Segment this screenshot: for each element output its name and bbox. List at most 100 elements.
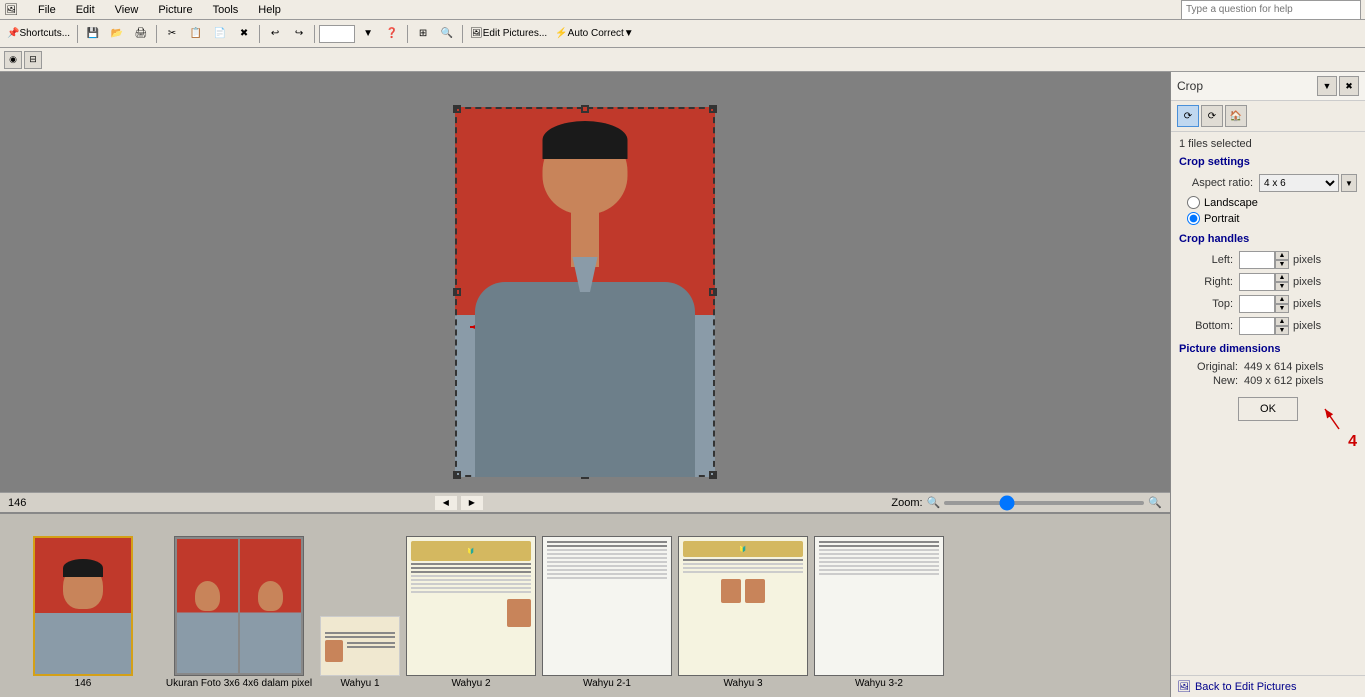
panel-title: Crop — [1177, 79, 1203, 93]
menubar: 🖼 File Edit View Picture Tools Help — [0, 0, 1365, 20]
right-spinbox-btns: ▲ ▼ — [1275, 273, 1289, 291]
zoom-in-icon: 🔍 — [441, 28, 453, 39]
open-button[interactable]: 📂 — [106, 23, 128, 45]
paste-button[interactable]: 📄 — [209, 23, 231, 45]
left-input[interactable]: 20 — [1239, 251, 1275, 269]
edit-pictures-label: Edit Pictures... — [483, 28, 547, 39]
zoom-input[interactable]: 61% — [319, 25, 355, 43]
zoom-dropdown-button[interactable]: ▼ — [357, 23, 379, 45]
landscape-radio[interactable] — [1187, 196, 1200, 209]
auto-correct-icon: ⚡ — [555, 28, 567, 39]
thumbnail-item-1[interactable]: Ukuran Foto 3x6 4x6 dalam pixel — [164, 536, 314, 689]
shortcuts-button[interactable]: 📌 Shortcuts... — [4, 23, 73, 45]
left-spin-up[interactable]: ▲ — [1275, 251, 1289, 260]
menu-edit[interactable]: Edit — [72, 3, 99, 17]
thumbnail-item-4[interactable]: Wahyu 2-1 — [542, 536, 672, 689]
menu-file[interactable]: File — [34, 3, 60, 17]
file-count: 146 — [8, 497, 26, 509]
help-search-input[interactable] — [1181, 0, 1361, 20]
aspect-ratio-dropdown-btn[interactable]: ▼ — [1341, 174, 1357, 192]
panel-icons: ▼ ✖ — [1317, 76, 1359, 96]
new-dim-row: New: 409 x 612 pixels — [1179, 375, 1357, 387]
shortcuts-icon: 📌 — [7, 28, 19, 39]
top-label: Top: — [1179, 298, 1239, 310]
panel-dropdown-btn[interactable]: ▼ — [1317, 76, 1337, 96]
toolbar-sep-3 — [259, 25, 260, 43]
edit-pictures-icon: 🖼 — [470, 28, 483, 39]
ok-button[interactable]: OK — [1238, 397, 1298, 421]
menu-view[interactable]: View — [111, 3, 143, 17]
annotation-num-4: 4 — [1348, 433, 1357, 451]
back-to-edit-pictures[interactable]: 🖼 Back to Edit Pictures — [1171, 675, 1365, 697]
panel-close-btn[interactable]: ✖ — [1339, 76, 1359, 96]
thumbnail-item-3[interactable]: 🔰 Wahyu 2 — [406, 536, 536, 689]
right-input[interactable]: 20 — [1239, 273, 1275, 291]
thumbnail-item-0[interactable]: 146 — [8, 536, 158, 689]
print-button[interactable]: 🖨 — [130, 23, 152, 45]
panel-tool-btn-2[interactable]: ⟳ — [1201, 105, 1223, 127]
toolbar: 📌 Shortcuts... 💾 📂 🖨 ✂ 📋 📄 ✖ ↩ ↪ 61% ▼ ❓… — [0, 20, 1365, 48]
cut-icon: ✂ — [168, 28, 176, 39]
landscape-radio-row: Landscape — [1187, 196, 1357, 209]
delete-button[interactable]: ✖ — [233, 23, 255, 45]
redo-button[interactable]: ↪ — [288, 23, 310, 45]
auto-correct-button[interactable]: ⚡ Auto Correct ▼ — [552, 23, 637, 45]
bottom-spinbox: 1 ▲ ▼ — [1239, 317, 1289, 335]
zoom-plus-icon: 🔍 — [1148, 496, 1162, 509]
menu-help[interactable]: Help — [254, 3, 285, 17]
panel-content: 1 files selected Crop settings Aspect ra… — [1171, 132, 1365, 675]
bottom-spin-up[interactable]: ▲ — [1275, 317, 1289, 326]
copy-button[interactable]: 📋 — [185, 23, 207, 45]
fit-button[interactable]: ⊞ — [412, 23, 434, 45]
panel-tool-btn-3[interactable]: 🏠 — [1225, 105, 1247, 127]
view-mode-btn-1[interactable]: ◉ — [4, 51, 22, 69]
top-spin-up[interactable]: ▲ — [1275, 295, 1289, 304]
save-button[interactable]: 💾 — [82, 23, 104, 45]
save-icon: 💾 — [87, 28, 99, 39]
panel-tool-btn-1[interactable]: ⟳ — [1177, 105, 1199, 127]
auto-correct-dropdown: ▼ — [624, 28, 634, 39]
right-spin-down[interactable]: ▼ — [1275, 282, 1289, 291]
zoom-slider[interactable] — [944, 501, 1144, 505]
copy-icon: 📋 — [190, 28, 202, 39]
orientation-radio-group: Landscape Portrait 2 — [1187, 196, 1357, 225]
scroll-right-btn[interactable]: ▶ — [461, 496, 483, 510]
thumbnail-label-0: 146 — [75, 678, 92, 689]
thumbnail-item-5[interactable]: 🔰 Wahyu 3 — [678, 536, 808, 689]
right-label: Right: — [1179, 276, 1239, 288]
bottom-spin-down[interactable]: ▼ — [1275, 326, 1289, 335]
left-spin-down[interactable]: ▼ — [1275, 260, 1289, 269]
help-button[interactable]: ❓ — [381, 23, 403, 45]
bottom-input[interactable]: 1 — [1239, 317, 1275, 335]
right-row: Right: 20 ▲ ▼ pixels — [1179, 273, 1357, 291]
thumbnail-img-2 — [320, 616, 400, 676]
top-spinbox: 1 ▲ ▼ — [1239, 295, 1289, 313]
thumbnail-item-2[interactable]: Wahyu 1 — [320, 616, 400, 689]
view-mode-btn-2[interactable]: ⊟ — [24, 51, 42, 69]
original-dim-value: 449 x 614 pixels — [1244, 361, 1324, 373]
menu-tools[interactable]: Tools — [209, 3, 243, 17]
zoom-in-button[interactable]: 🔍 — [436, 23, 458, 45]
portrait-radio[interactable] — [1187, 212, 1200, 225]
cut-button[interactable]: ✂ — [161, 23, 183, 45]
thumbnail-strip: 146 — [0, 512, 1170, 697]
aspect-ratio-select[interactable]: 4 x 6 — [1259, 174, 1339, 192]
undo-button[interactable]: ↩ — [264, 23, 286, 45]
redo-icon: ↪ — [295, 28, 303, 39]
left-spinbox: 20 ▲ ▼ — [1239, 251, 1289, 269]
original-dim-label: Original: — [1179, 361, 1244, 373]
print-icon: 🖨 — [135, 28, 148, 39]
top-input[interactable]: 1 — [1239, 295, 1275, 313]
annotation-arrow-4 — [1317, 401, 1347, 431]
menu-picture[interactable]: Picture — [154, 3, 196, 17]
scroll-left-btn[interactable]: ◀ — [435, 496, 457, 510]
crop-handles-title: Crop handles — [1179, 233, 1357, 245]
top-spin-down[interactable]: ▼ — [1275, 304, 1289, 313]
original-dim-row: Original: 449 x 614 pixels — [1179, 361, 1357, 373]
thumbnail-label-5: Wahyu 3 — [723, 678, 762, 689]
right-spin-up[interactable]: ▲ — [1275, 273, 1289, 282]
picture-dimensions-title: Picture dimensions — [1179, 343, 1357, 355]
thumbnail-item-6[interactable]: Wahyu 3-2 — [814, 536, 944, 689]
files-selected: 1 files selected — [1179, 138, 1357, 150]
edit-pictures-button[interactable]: 🖼 Edit Pictures... — [467, 23, 550, 45]
